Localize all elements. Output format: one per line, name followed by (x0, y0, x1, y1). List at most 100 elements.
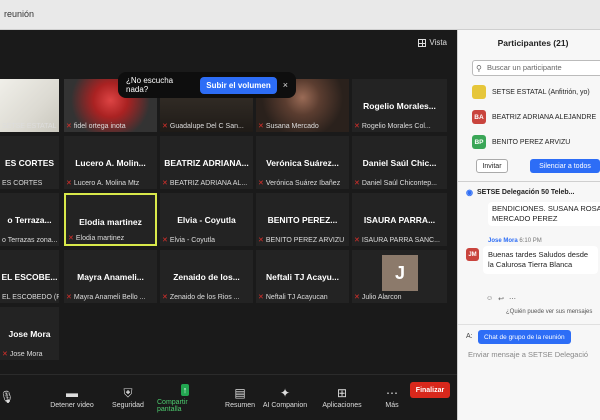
participant-row[interactable]: BA BEATRIZ ADRIANA ALEJANDRE (472, 108, 596, 126)
participant-caption: ✕ Lucero A. Molina Mtz (66, 179, 139, 188)
participant-caption: ✕ ISAURA PARRA SANC... (354, 236, 440, 245)
video-tile[interactable]: SETSE ESTATAL (0, 79, 59, 132)
recipient-select[interactable]: Chat de grupo de la reunión (478, 330, 571, 344)
divider (458, 324, 600, 325)
video-tile[interactable]: ISAURA PARRA... ✕ ISAURA PARRA SANC... (352, 193, 447, 246)
participant-name: BENITO PEREZ ARVIZU (492, 138, 571, 146)
video-tile[interactable]: Elvia - Coyutla ✕ Elvia - Coyutla (160, 193, 253, 246)
participant-row[interactable]: BP BENITO PEREZ ARVIZU (472, 133, 570, 151)
participant-caption: ✕ Jose Mora (2, 350, 43, 359)
reply-icon[interactable]: ↩ (498, 295, 504, 303)
mute-button[interactable]: 🎙 (0, 375, 15, 420)
video-tile[interactable]: ES CORTES ES CORTES (0, 136, 59, 189)
more-icon[interactable]: ⋯ (509, 295, 516, 303)
caption-text: SETSE ESTATAL (2, 123, 57, 130)
mic-muted-icon: ✕ (258, 180, 264, 187)
participant-row[interactable]: SETSE ESTATAL (Anfitrión, yo) (472, 83, 590, 101)
emoji-icon[interactable]: ☺ (486, 295, 493, 303)
participant-name: Neftali TJ Acayu... (266, 272, 339, 282)
video-tile[interactable]: Rogelio Morales... ✕ Rogelio Morales Col..… (352, 79, 447, 132)
chat-message-previous: BENDICIONES. SUSANA ROSARIO MERCADO PERE… (488, 202, 600, 226)
video-tile[interactable]: J ✕ Julio Alarcon (352, 250, 447, 303)
chat-title: SETSE Delegación 50 Teleb... (476, 189, 575, 196)
participant-name: EL ESCOBE... (1, 272, 58, 282)
video-tile[interactable]: Mayra Anameli... ✕ Mayra Anameli Bello ... (64, 250, 157, 303)
mic-muted-icon: ✕ (354, 123, 360, 130)
caption-text: BENITO PEREZ ARVIZU (265, 236, 345, 244)
toolbar-label: Compartir pantalla (157, 398, 188, 413)
participant-caption: ✕ Guadalupe Del C San... (162, 122, 244, 131)
video-tile[interactable]: Neftali TJ Acayu... ✕ Neftali TJ Acayucan (256, 250, 349, 303)
caption-text: Guadalupe Del C San... (169, 122, 244, 130)
participant-caption: ✕ Elodia martinez (68, 234, 124, 243)
toast-text: ¿No escucha nada? (126, 76, 174, 94)
participants-panel: Participantes (21) ⚲ Buscar un participa… (457, 30, 600, 420)
video-tile[interactable]: Verónica Suárez... ✕ Verónica Suárez Ibañe… (256, 136, 349, 189)
chat-input[interactable]: Enviar mensaje a SETSE Delegació (468, 350, 588, 359)
mic-muted-icon: ✕ (258, 237, 264, 244)
ai-companion-button[interactable]: ✦ AI Companion (257, 375, 313, 420)
toolbar-label: Aplicaciones (322, 402, 362, 409)
chat-icon: ◉ (466, 188, 473, 197)
mic-muted-icon: ✕ (66, 123, 72, 130)
video-tile[interactable]: BENITO PEREZ... ✕ BENITO PEREZ ARVIZU (256, 193, 349, 246)
mic-muted-icon: ✕ (258, 123, 264, 130)
participant-name: Verónica Suárez... (266, 158, 339, 168)
caption-text: Elvia - Coyutla (169, 236, 216, 244)
participant-caption: ✕ Susana Mercado (258, 122, 319, 131)
who-can-see-link[interactable]: ¿Quién puede ver sus mensajes (506, 309, 592, 315)
grid-icon (418, 38, 427, 47)
avatar: BP (472, 135, 486, 149)
caption-text: Mayra Anameli Bello ... (73, 293, 146, 301)
view-label: Vista (429, 38, 447, 47)
avatar (472, 85, 486, 99)
video-tile[interactable]: Zenaido de los... ✕ Zenaido de los Rios ..… (160, 250, 253, 303)
participant-name: Rogelio Morales... (363, 101, 436, 111)
participant-caption: ✕ Neftali TJ Acayucan (258, 293, 328, 302)
more-icon: ⋯ (386, 386, 398, 400)
toolbar-label: Detener video (50, 402, 94, 409)
seguridad-button[interactable]: ⛨ Seguridad (100, 375, 156, 420)
video-tile[interactable]: BEATRIZ ADRIANA... ✕ BEATRIZ ADRIANA AL... (160, 136, 253, 189)
video-tile[interactable]: EL ESCOBE... EL ESCOBEDO (P... (0, 250, 59, 303)
apps-icon: ⊞ (336, 386, 348, 400)
caption-text: Jose Mora (9, 350, 43, 358)
participant-caption: ✕ Mayra Anameli Bello ... (66, 293, 146, 302)
search-placeholder: Buscar un participante (487, 63, 562, 72)
participants-title: Participantes (21) (497, 38, 569, 48)
video-tile[interactable]: Elodia martinez ✕ Elodia martinez (64, 193, 157, 246)
video-icon: ▬ (66, 386, 78, 400)
view-button[interactable]: Vista (418, 38, 447, 47)
caption-text: Zenaido de los Rios ... (169, 293, 240, 301)
video-tile[interactable]: Jose Mora ✕ Jose Mora (0, 307, 59, 360)
close-icon[interactable]: × (283, 80, 288, 90)
participant-caption: ✕ Zenaido de los Rios ... (162, 293, 240, 302)
participant-name: Elvia - Coyutla (177, 215, 236, 225)
participant-name: SETSE ESTATAL (Anfitrión, yo) (492, 88, 590, 96)
mic-muted-icon: ✕ (354, 237, 360, 244)
video-tile[interactable]: Lucero A. Molin... ✕ Lucero A. Molina Mtz (64, 136, 157, 189)
aplicaciones-button[interactable]: ⊞ Aplicaciones (314, 375, 370, 420)
end-meeting-button[interactable]: Finalizar (410, 382, 450, 398)
caption-text: fidel ortega inota (73, 122, 126, 130)
video-tile[interactable]: Daniel Saúl Chic... ✕ Daniel Saúl Chiconte… (352, 136, 447, 189)
caption-text: Rogelio Morales Col... (361, 122, 431, 130)
detener-video-button[interactable]: ▬ Detener video (44, 375, 100, 420)
participant-name: BEATRIZ ADRIANA ALEJANDRE (492, 113, 597, 121)
video-tile[interactable]: o Terraza... o Terrazas zona... (0, 193, 59, 246)
mic-muted-icon: ✕ (162, 180, 168, 187)
mic-muted-icon: ✕ (68, 235, 74, 242)
compartir-pantalla-button[interactable]: ↑ Compartir pantalla (157, 375, 213, 420)
participant-name: Jose Mora (8, 329, 51, 339)
caption-text: EL ESCOBEDO (P... (2, 294, 59, 301)
avatar: BA (472, 110, 486, 124)
raise-volume-button[interactable]: Subir el volumen (200, 76, 277, 94)
participant-caption: ✕ Rogelio Morales Col... (354, 122, 431, 131)
message-sender: Jose Mora (488, 238, 518, 244)
window-title: reunión (4, 9, 35, 19)
mic-muted-icon: ✕ (162, 294, 168, 301)
participant-search-input[interactable]: ⚲ Buscar un participante (472, 60, 600, 76)
mute-all-button[interactable]: Silenciar a todos (530, 159, 600, 173)
invite-button[interactable]: Invitar (476, 159, 508, 173)
participant-name: BEATRIZ ADRIANA... (164, 158, 249, 168)
